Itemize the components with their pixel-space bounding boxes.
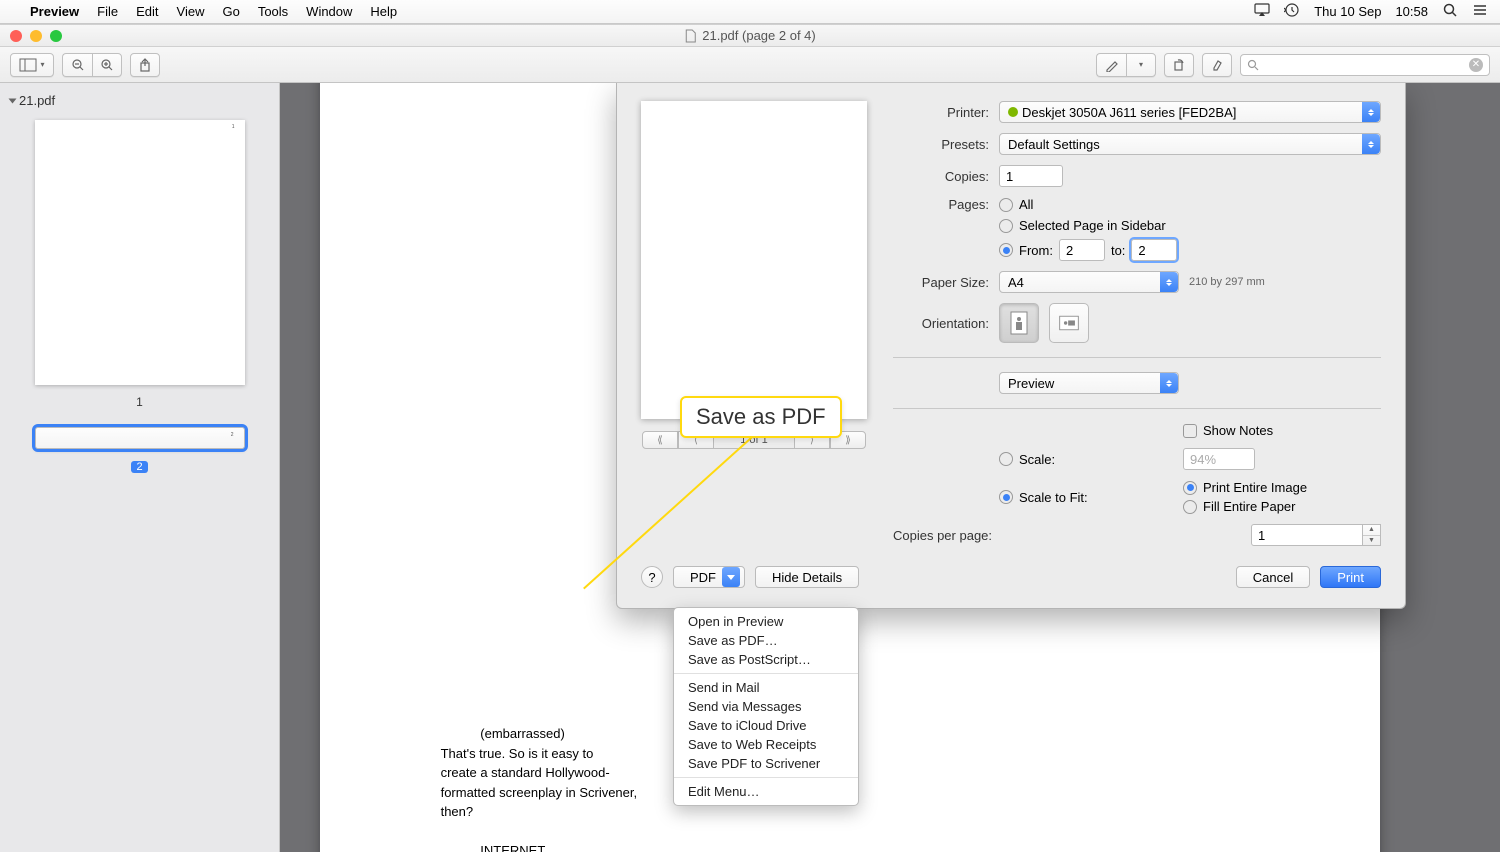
papersize-label: Paper Size: — [893, 275, 989, 290]
pages-selected-radio[interactable] — [999, 219, 1013, 233]
menu-help[interactable]: Help — [370, 4, 397, 19]
pager-first[interactable]: ⟪ — [642, 431, 678, 449]
menu-open-in-preview[interactable]: Open in Preview — [674, 612, 858, 631]
presets-select[interactable]: Default Settings — [999, 133, 1381, 155]
airplay-icon[interactable] — [1254, 2, 1270, 21]
preview-mode-select[interactable]: Preview — [999, 372, 1179, 394]
close-button[interactable] — [10, 30, 22, 42]
presets-label: Presets: — [893, 137, 989, 152]
pdf-dropdown-menu: Open in Preview Save as PDF… Save as Pos… — [673, 607, 859, 806]
show-notes-checkbox[interactable] — [1183, 424, 1197, 438]
menubar-date[interactable]: Thu 10 Sep — [1314, 4, 1381, 19]
printer-select[interactable]: Deskjet 3050A J611 series [FED2BA] — [999, 101, 1381, 123]
scale-to-fit-radio[interactable] — [999, 490, 1013, 504]
menu-window[interactable]: Window — [306, 4, 352, 19]
printer-status-icon — [1008, 107, 1018, 117]
help-button[interactable]: ? — [641, 566, 663, 588]
app-menu[interactable]: Preview — [30, 4, 79, 19]
thumbnail-1[interactable]: 1 — [35, 120, 245, 385]
zoom-in-button[interactable] — [92, 53, 122, 77]
share-button[interactable] — [130, 53, 160, 77]
copies-per-page-input[interactable] — [1251, 524, 1363, 546]
window-title: 21.pdf (page 2 of 4) — [702, 28, 815, 43]
zoom-button[interactable] — [50, 30, 62, 42]
print-preview-page — [641, 101, 867, 419]
highlight-button[interactable] — [1202, 53, 1232, 77]
sidebar: 21.pdf 1 1 2 2 — [0, 83, 280, 852]
search-field[interactable]: ✕ — [1240, 54, 1490, 76]
hide-details-button[interactable]: Hide Details — [755, 566, 859, 588]
scale-radio[interactable] — [999, 452, 1013, 466]
menu-save-to-icloud[interactable]: Save to iCloud Drive — [674, 716, 858, 735]
thumbnail-2[interactable]: 2 — [35, 427, 245, 449]
orientation-landscape[interactable] — [1049, 303, 1089, 343]
menu-save-as-pdf[interactable]: Save as PDF… — [674, 631, 858, 650]
menu-file[interactable]: File — [97, 4, 118, 19]
print-entire-image-radio[interactable] — [1183, 481, 1197, 495]
zoom-out-button[interactable] — [62, 53, 92, 77]
menu-edit-menu[interactable]: Edit Menu… — [674, 782, 858, 801]
print-button[interactable]: Print — [1320, 566, 1381, 588]
menu-tools[interactable]: Tools — [258, 4, 288, 19]
menubar: Preview File Edit View Go Tools Window H… — [0, 0, 1500, 24]
disclosure-icon[interactable] — [9, 98, 17, 103]
spotlight-icon[interactable] — [1442, 2, 1458, 21]
pages-to-input[interactable] — [1131, 239, 1177, 261]
scale-input[interactable] — [1183, 448, 1255, 470]
menu-save-as-postscript[interactable]: Save as PostScript… — [674, 650, 858, 669]
print-dialog: ⟪ ⟨ 1 of 1 ⟩ ⟫ Printer: Deskjet 3 — [616, 83, 1406, 609]
menu-save-pdf-to-scrivener[interactable]: Save PDF to Scrivener — [674, 754, 858, 773]
copies-per-page-label: Copies per page: — [893, 528, 992, 543]
notification-icon[interactable] — [1472, 2, 1488, 21]
copies-label: Copies: — [893, 169, 989, 184]
pdf-menu-button[interactable]: PDF — [673, 566, 745, 588]
sidebar-filename: 21.pdf — [19, 93, 55, 108]
titlebar[interactable]: 21.pdf (page 2 of 4) — [0, 25, 1500, 47]
search-icon — [1247, 59, 1259, 71]
copies-input[interactable] — [999, 165, 1063, 187]
chevron-down-icon — [722, 567, 740, 587]
markup-menu[interactable]: ▾ — [1126, 53, 1156, 77]
thumbnail-1-label: 1 — [4, 395, 275, 409]
pages-from-radio[interactable] — [999, 243, 1013, 257]
papersize-select[interactable]: A4 — [999, 271, 1179, 293]
cancel-button[interactable]: Cancel — [1236, 566, 1310, 588]
pages-from-input[interactable] — [1059, 239, 1105, 261]
orientation-portrait[interactable] — [999, 303, 1039, 343]
timemachine-icon[interactable] — [1284, 2, 1300, 21]
menubar-time[interactable]: 10:58 — [1395, 4, 1428, 19]
pdf-doc-icon — [684, 29, 696, 43]
fill-entire-paper-radio[interactable] — [1183, 500, 1197, 514]
thumbnail-2-label: 2 — [4, 459, 275, 473]
sidebar-toggle[interactable]: ▾ — [10, 53, 54, 77]
menu-edit[interactable]: Edit — [136, 4, 158, 19]
copies-per-page-stepper[interactable]: ▲▼ — [1363, 524, 1381, 546]
markup-button[interactable] — [1096, 53, 1126, 77]
pages-label: Pages: — [893, 197, 989, 212]
menu-save-to-web-receipts[interactable]: Save to Web Receipts — [674, 735, 858, 754]
document-area[interactable]: 1 (embarrassed) That's true. So is it ea… — [280, 83, 1500, 852]
orientation-label: Orientation: — [893, 316, 989, 331]
menu-send-in-mail[interactable]: Send in Mail — [674, 678, 858, 697]
toolbar: ▾ ▾ ✕ — [0, 47, 1500, 83]
paper-dimensions: 210 by 297 mm — [1189, 276, 1265, 288]
menu-go[interactable]: Go — [222, 4, 239, 19]
sidebar-file-row[interactable]: 21.pdf — [4, 91, 275, 110]
menu-send-via-messages[interactable]: Send via Messages — [674, 697, 858, 716]
search-input[interactable] — [1263, 58, 1465, 72]
clear-search-icon[interactable]: ✕ — [1469, 58, 1483, 72]
menu-view[interactable]: View — [177, 4, 205, 19]
callout-save-as-pdf: Save as PDF — [680, 396, 842, 438]
pages-all-radio[interactable] — [999, 198, 1013, 212]
rotate-button[interactable] — [1164, 53, 1194, 77]
printer-label: Printer: — [893, 105, 989, 120]
minimize-button[interactable] — [30, 30, 42, 42]
